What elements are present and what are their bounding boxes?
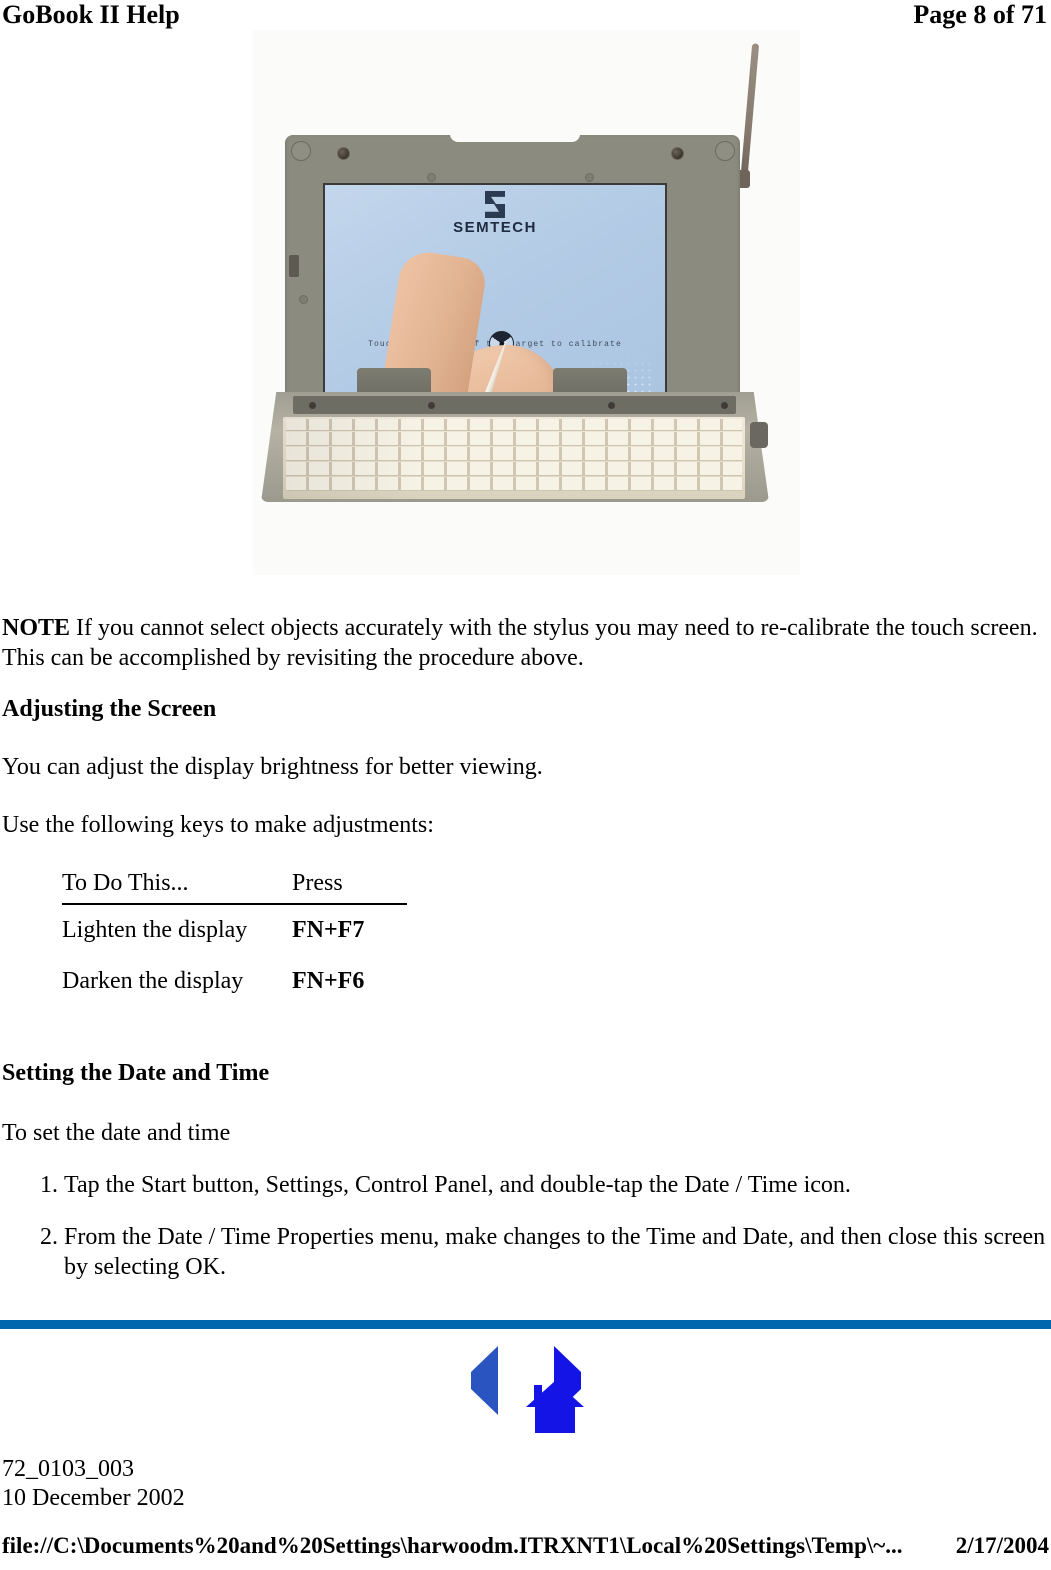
keyboard-row xyxy=(286,462,742,476)
semtech-logo: SEMTECH xyxy=(430,191,560,235)
semtech-wordmark: SEMTECH xyxy=(453,219,537,236)
keyboard-row xyxy=(286,432,742,446)
base-screw xyxy=(309,402,316,409)
antenna-icon xyxy=(740,43,760,184)
horizontal-rule xyxy=(0,1320,1051,1329)
table-row: Darken the display FN+F6 xyxy=(62,956,407,1007)
base-screw xyxy=(608,402,615,409)
gobook-laptop-illustration: SEMTECH Touch the center of the target t… xyxy=(253,30,800,575)
lid-side-port xyxy=(289,255,299,277)
browser-print-date: 2/17/2004 xyxy=(955,1533,1049,1558)
note-label: NOTE xyxy=(2,615,71,641)
keyboard xyxy=(283,417,745,499)
page-number: Page 8 of 71 xyxy=(913,0,1047,29)
column-header-todo: To Do This... xyxy=(62,870,189,896)
page-header: GoBook II Help Page 8 of 71 xyxy=(0,0,1051,34)
list-item: Tap the Start button, Settings, Control … xyxy=(64,1170,1051,1200)
paragraph-use-keys: Use the following keys to make adjustmen… xyxy=(2,812,434,838)
base-side-port xyxy=(750,422,768,448)
lid-corner-right xyxy=(715,141,735,161)
base-screw xyxy=(721,402,728,409)
document-identifier: 72_0103_003 10 December 2002 xyxy=(2,1455,185,1514)
semtech-logo-icon xyxy=(483,191,507,219)
lid-notch xyxy=(450,134,580,142)
browser-file-path: file://C:\Documents%20and%20Settings\har… xyxy=(2,1533,903,1558)
lid-dot xyxy=(585,173,594,182)
cell-action-darken: Darken the display xyxy=(62,968,244,994)
column-header-press: Press xyxy=(292,870,343,896)
heading-adjusting-the-screen: Adjusting the Screen xyxy=(2,696,217,722)
keyboard-row xyxy=(286,477,742,491)
note-text: If you cannot select objects accurately … xyxy=(2,615,1038,672)
cell-action-lighten: Lighten the display xyxy=(62,917,248,943)
brightness-keys-table: To Do This... Press Lighten the display … xyxy=(62,870,407,1007)
table-row: Lighten the display FN+F7 xyxy=(62,904,407,956)
note-paragraph: NOTE If you cannot select objects accura… xyxy=(2,613,1042,673)
keyboard-row xyxy=(286,447,742,461)
page-navigation xyxy=(0,1346,1051,1434)
table-header-row: To Do This... Press xyxy=(62,870,407,904)
lid-dot xyxy=(427,173,436,182)
paragraph-brightness: You can adjust the display brightness fo… xyxy=(2,754,543,780)
lid-screw-right xyxy=(671,147,684,160)
date-time-steps-list: Tap the Start button, Settings, Control … xyxy=(18,1170,1051,1305)
help-title: GoBook II Help xyxy=(2,0,180,29)
list-item: From the Date / Time Properties menu, ma… xyxy=(64,1222,1051,1282)
lid-corner-left xyxy=(291,141,311,161)
base-screw xyxy=(428,402,435,409)
paragraph-set-date-time: To set the date and time xyxy=(2,1120,231,1146)
heading-setting-date-and-time: Setting the Date and Time xyxy=(2,1060,270,1086)
cell-keys-lighten: FN+F7 xyxy=(292,917,365,943)
doc-date: 10 December 2002 xyxy=(2,1485,185,1512)
doc-number: 72_0103_003 xyxy=(2,1456,134,1482)
base-upper-strip xyxy=(293,396,736,414)
back-arrow-icon[interactable] xyxy=(470,1346,498,1416)
lid-dot xyxy=(299,295,308,304)
lid-screw-left xyxy=(337,147,350,160)
keyboard-function-row xyxy=(286,419,742,431)
calibration-figure: SEMTECH Touch the center of the target t… xyxy=(253,30,800,575)
cell-keys-darken: FN+F6 xyxy=(292,968,365,994)
